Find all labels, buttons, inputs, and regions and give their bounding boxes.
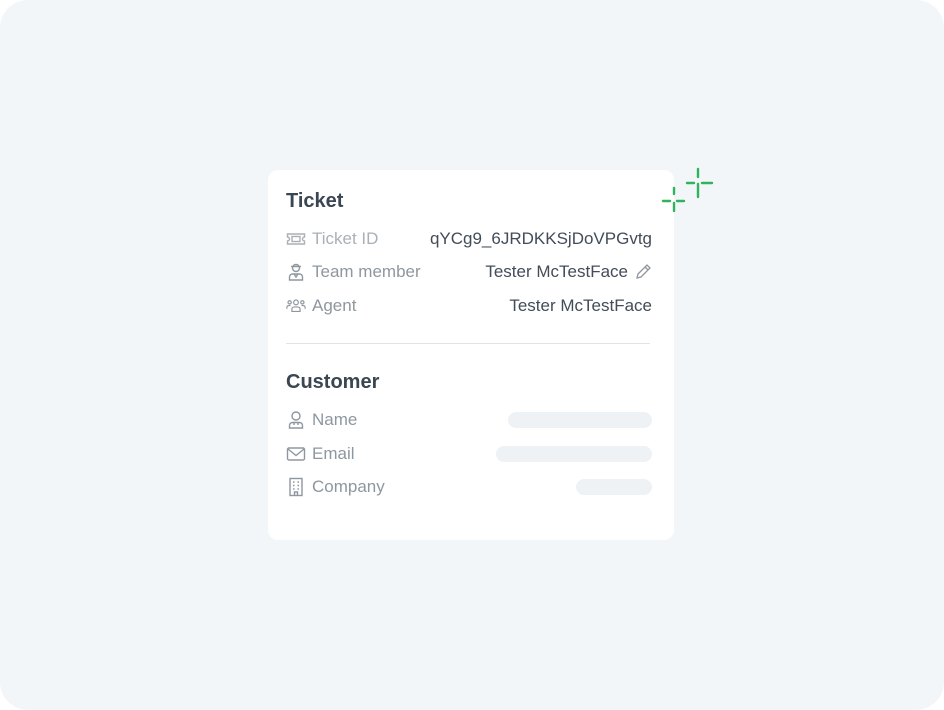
customer-email-label: Email	[312, 444, 355, 463]
pencil-icon[interactable]	[634, 263, 652, 281]
sparkle-icon	[661, 167, 714, 213]
ticket-section-title: Ticket	[286, 190, 344, 212]
team-member-value: Tester McTestFace	[485, 262, 628, 281]
customer-company-row: Company	[286, 476, 652, 498]
ticket-id-row: Ticket ID qYCg9_6JRDKKSjDoVPGvtg	[286, 228, 652, 250]
team-member-icon	[286, 262, 306, 282]
customer-name-loading-placeholder	[508, 412, 652, 428]
person-icon	[286, 410, 306, 430]
customer-company-label: Company	[312, 477, 385, 496]
team-member-row: Team member Tester McTestFace	[286, 261, 652, 283]
customer-section-title: Customer	[286, 371, 380, 393]
agent-value: Tester McTestFace	[509, 296, 652, 315]
agent-label: Agent	[312, 296, 357, 315]
ticket-icon	[286, 229, 306, 249]
agent-row: Agent Tester McTestFace	[286, 295, 652, 317]
customer-email-loading-placeholder	[496, 446, 652, 462]
building-icon	[286, 477, 306, 497]
team-member-label: Team member	[312, 262, 421, 281]
section-divider	[286, 343, 650, 344]
customer-name-row: Name	[286, 409, 652, 431]
customer-email-row: Email	[286, 443, 652, 465]
ticket-id-label: Ticket ID	[312, 229, 379, 248]
envelope-icon	[286, 444, 306, 464]
customer-name-label: Name	[312, 410, 358, 429]
canvas-background: Ticket Ticket ID qYCg9_6JRDKKSjDoVPGvtg	[0, 0, 944, 710]
agents-icon	[286, 296, 306, 316]
ticket-details-card: Ticket Ticket ID qYCg9_6JRDKKSjDoVPGvtg	[268, 170, 674, 540]
ticket-id-value: qYCg9_6JRDKKSjDoVPGvtg	[429, 229, 652, 248]
customer-company-loading-placeholder	[576, 479, 652, 495]
team-member-value-group: Tester McTestFace	[485, 262, 652, 282]
